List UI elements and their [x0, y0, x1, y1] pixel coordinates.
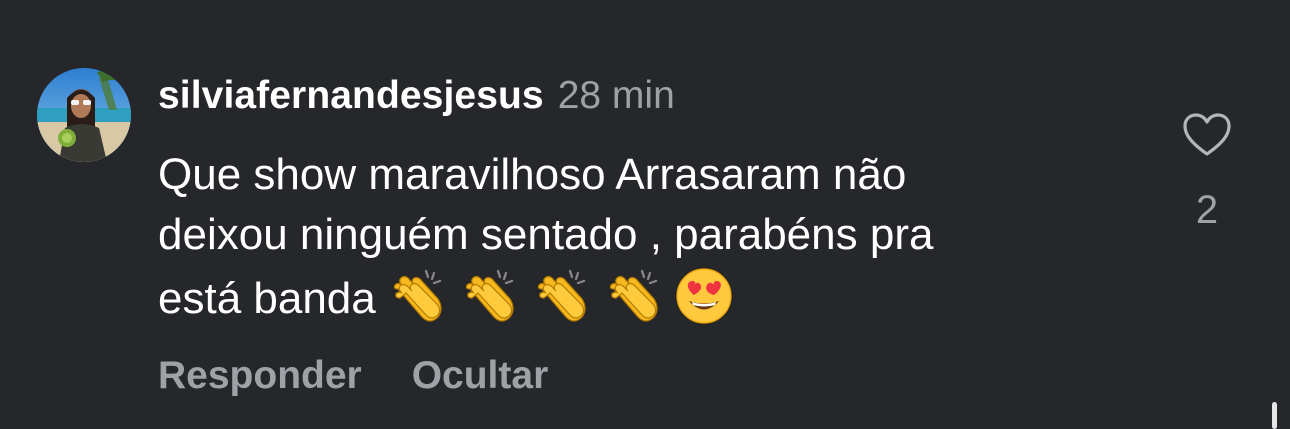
scrollbar[interactable]	[1272, 402, 1277, 429]
heart-eyes-emoji-icon	[676, 268, 732, 324]
avatar[interactable]	[37, 68, 131, 162]
username[interactable]: silviafernandesjesus	[158, 74, 544, 118]
comment-text-line: Que show maravilhoso Arrasaram não	[158, 150, 907, 199]
clapping-hands-icon	[537, 269, 586, 322]
comment-header: silviafernandesjesus 28 min	[158, 74, 675, 122]
like-area: 2	[1175, 112, 1239, 233]
clapping-hands-icon	[393, 269, 442, 322]
comment-text-line: deixou ninguém sentado , parabéns pra	[158, 210, 934, 259]
comment-text: Que show maravilhoso Arrasaram não deixo…	[158, 145, 1148, 329]
like-count: 2	[1195, 188, 1219, 232]
comment-text-line-with-emojis: está banda	[158, 265, 1148, 329]
heart-icon[interactable]	[1182, 112, 1232, 158]
reply-button[interactable]: Responder	[158, 354, 362, 398]
clapping-hands-icon	[465, 269, 514, 322]
comment-item: silviafernandesjesus 28 min Que show mar…	[0, 0, 1290, 429]
timestamp: 28 min	[557, 74, 675, 117]
comment-actions: Responder Ocultar	[158, 354, 548, 398]
avatar-photo	[37, 68, 131, 162]
clapping-hands-icon	[609, 269, 658, 322]
hide-button[interactable]: Ocultar	[412, 354, 549, 398]
comment-text-line: está banda	[158, 274, 376, 323]
emoji-row	[386, 265, 744, 327]
